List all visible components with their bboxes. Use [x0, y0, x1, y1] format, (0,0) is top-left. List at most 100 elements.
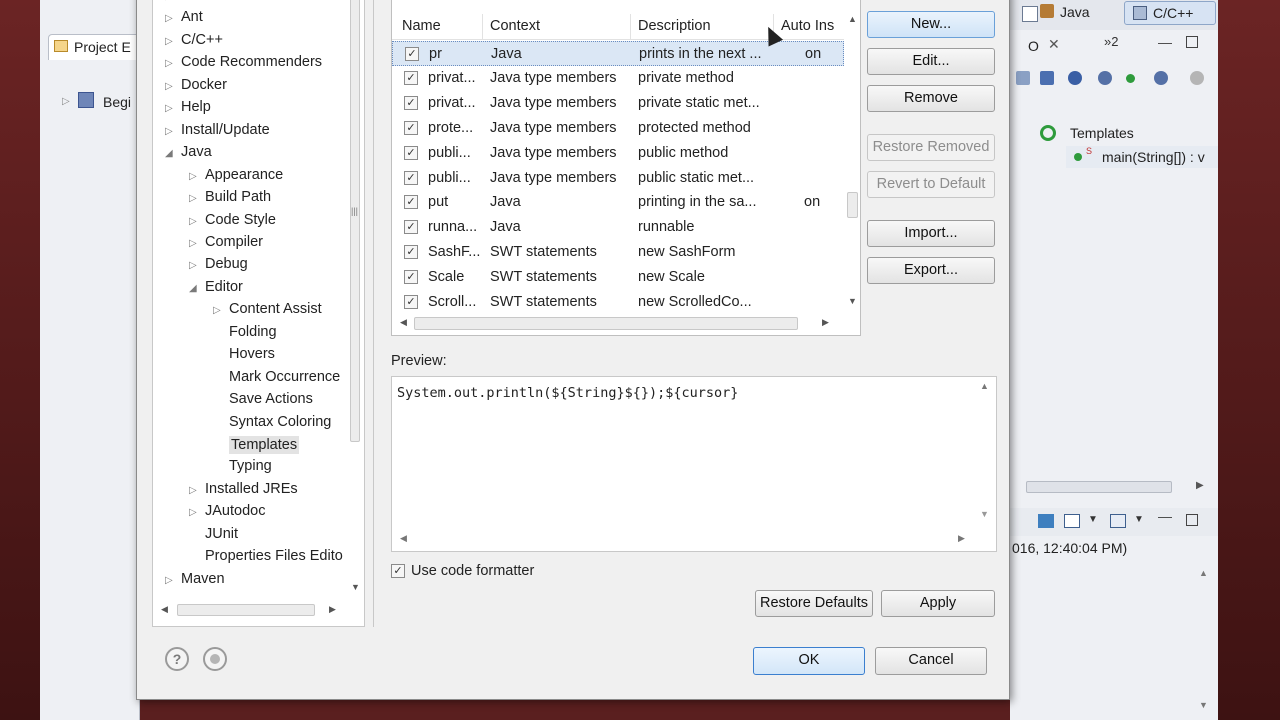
collapsed-arrow-icon[interactable]: ▷: [189, 238, 197, 249]
import-export-prefs-icon[interactable]: [203, 647, 227, 671]
chevron-down-icon[interactable]: ▼: [1134, 514, 1144, 525]
chevron-down-icon[interactable]: ▼: [1088, 514, 1098, 525]
template-enabled-checkbox[interactable]: ✓: [404, 220, 418, 235]
tree-item[interactable]: Mark Occurrence: [153, 368, 346, 390]
collapsed-arrow-icon[interactable]: ▷: [165, 13, 173, 24]
scroll-up-icon[interactable]: ▲: [848, 14, 857, 24]
scrollbar-thumb[interactable]: [350, 0, 360, 442]
hide-static-icon[interactable]: [1098, 71, 1112, 85]
cancel-button[interactable]: Cancel: [875, 647, 987, 675]
expand-arrow-icon[interactable]: ▷: [62, 96, 70, 107]
collapsed-arrow-icon[interactable]: ▷: [189, 216, 197, 227]
import-button[interactable]: Import...: [867, 220, 995, 247]
open-console-icon[interactable]: [1110, 514, 1126, 528]
tree-item[interactable]: ◢ Java: [153, 143, 346, 165]
collapsed-arrow-icon[interactable]: ▷: [189, 171, 197, 182]
tree-item[interactable]: ◢ Editor: [153, 278, 346, 300]
pin-console-icon[interactable]: [1038, 514, 1054, 528]
expanded-arrow-icon[interactable]: ◢: [189, 283, 197, 294]
display-console-icon[interactable]: [1064, 514, 1080, 528]
close-icon[interactable]: ✕: [1048, 36, 1060, 53]
scrollbar-thumb[interactable]: [1026, 481, 1172, 493]
tree-sash[interactable]: [366, 0, 374, 627]
tree-item[interactable]: JUnit: [153, 525, 346, 547]
template-enabled-checkbox[interactable]: ✓: [404, 145, 418, 160]
table-horizontal-scrollbar[interactable]: ◀ ▶: [392, 314, 844, 334]
tree-item[interactable]: Syntax Coloring: [153, 413, 346, 435]
outline-tab-label[interactable]: O: [1028, 38, 1039, 54]
column-separator[interactable]: [630, 14, 631, 40]
new-button[interactable]: New...: [867, 11, 995, 38]
template-enabled-checkbox[interactable]: ✓: [404, 95, 418, 110]
export-button[interactable]: Export...: [867, 257, 995, 284]
tree-item[interactable]: ▷ Android: [153, 0, 346, 8]
collapsed-arrow-icon[interactable]: ▷: [165, 36, 173, 47]
minimize-icon[interactable]: —: [1158, 34, 1172, 50]
use-code-formatter-checkbox[interactable]: ✓: [391, 564, 405, 578]
tree-item[interactable]: ▷ Content Assist: [153, 300, 346, 322]
apply-button[interactable]: Apply: [881, 590, 995, 617]
column-header[interactable]: Auto Ins: [781, 18, 834, 34]
tree-item[interactable]: ▷ Install/Update: [153, 121, 346, 143]
template-enabled-checkbox[interactable]: ✓: [405, 47, 419, 61]
tree-item[interactable]: Hovers: [153, 345, 346, 367]
scroll-left-icon[interactable]: ◀: [161, 604, 168, 615]
outline-class-node[interactable]: Templates: [1070, 125, 1134, 141]
hide-local-types-icon[interactable]: [1154, 71, 1168, 85]
tree-item[interactable]: ▷ Installed JREs: [153, 480, 346, 502]
collapsed-arrow-icon[interactable]: ▷: [165, 575, 173, 586]
table-row[interactable]: ✓ Scale SWT statements new Scale: [392, 265, 844, 290]
table-row[interactable]: ✓ pr Java prints in the next ... on: [392, 41, 844, 66]
column-header[interactable]: Name: [402, 18, 441, 34]
console-vertical-scrollbar[interactable]: ▲ ▼: [1194, 560, 1214, 720]
table-row[interactable]: ✓ runna... Java runnable: [392, 215, 844, 240]
table-row[interactable]: ✓ publi... Java type members public static …: [392, 166, 844, 191]
column-separator[interactable]: [482, 14, 483, 40]
help-icon[interactable]: ?: [165, 647, 189, 671]
perspective-cpp[interactable]: C/C++: [1124, 1, 1216, 25]
tree-item[interactable]: Templates: [153, 435, 346, 457]
project-tree-item[interactable]: Begi: [103, 94, 131, 110]
column-header[interactable]: Context: [490, 18, 540, 34]
open-perspective-icon[interactable]: [1022, 6, 1038, 22]
collapsed-arrow-icon[interactable]: ▷: [189, 485, 197, 496]
hide-nonpublic-icon[interactable]: [1126, 74, 1135, 83]
scrollbar-thumb[interactable]: [177, 604, 315, 616]
collapsed-arrow-icon[interactable]: ▷: [165, 103, 173, 114]
scroll-left-icon[interactable]: ◀: [400, 317, 407, 328]
maximize-icon[interactable]: [1186, 514, 1198, 526]
tree-item[interactable]: Properties Files Edito: [153, 547, 346, 569]
table-row[interactable]: ✓ Scroll... SWT statements new ScrolledCo..…: [392, 290, 844, 315]
collapsed-arrow-icon[interactable]: ▷: [165, 81, 173, 92]
scroll-up-icon[interactable]: ▲: [980, 381, 989, 391]
scroll-down-icon[interactable]: ▼: [848, 296, 857, 306]
scroll-right-icon[interactable]: ▶: [822, 317, 829, 328]
tree-item[interactable]: ▷ Appearance: [153, 166, 346, 188]
collapsed-arrow-icon[interactable]: ▷: [189, 507, 197, 518]
table-vertical-scrollbar[interactable]: ▲ ▼: [844, 14, 860, 314]
perspective-java[interactable]: Java: [1040, 4, 1090, 20]
more-tabs-indicator[interactable]: »2: [1104, 34, 1118, 49]
table-row[interactable]: ✓ publi... Java type members public method: [392, 141, 844, 166]
minimize-icon[interactable]: —: [1158, 508, 1172, 524]
restore-removed-button[interactable]: Restore Removed: [867, 134, 995, 161]
collapsed-arrow-icon[interactable]: ▷: [165, 0, 173, 2]
template-enabled-checkbox[interactable]: ✓: [404, 270, 418, 285]
column-header[interactable]: Description: [638, 18, 711, 34]
preview-editor[interactable]: System.out.println(${String}${});${curso…: [391, 376, 997, 552]
tree-item[interactable]: ▷ Code Style: [153, 211, 346, 233]
table-row[interactable]: ✓ privat... Java type members private metho…: [392, 66, 844, 91]
scroll-up-icon[interactable]: ▲: [1199, 568, 1208, 578]
collapse-all-icon[interactable]: [1016, 71, 1030, 85]
table-row[interactable]: ✓ SashF... SWT statements new SashForm: [392, 240, 844, 265]
outline-horizontal-scrollbar[interactable]: ▶: [1010, 478, 1218, 496]
tree-item[interactable]: ▷ Code Recommenders: [153, 53, 346, 75]
collapsed-arrow-icon[interactable]: ▷: [189, 193, 197, 204]
scroll-down-icon[interactable]: ▼: [980, 509, 989, 519]
scroll-down-icon[interactable]: ▼: [351, 582, 360, 592]
tree-horizontal-scrollbar[interactable]: ◀ ▶: [153, 596, 346, 626]
scroll-right-icon[interactable]: ▶: [958, 533, 965, 544]
template-enabled-checkbox[interactable]: ✓: [404, 295, 418, 309]
template-enabled-checkbox[interactable]: ✓: [404, 195, 418, 210]
remove-button[interactable]: Remove: [867, 85, 995, 112]
